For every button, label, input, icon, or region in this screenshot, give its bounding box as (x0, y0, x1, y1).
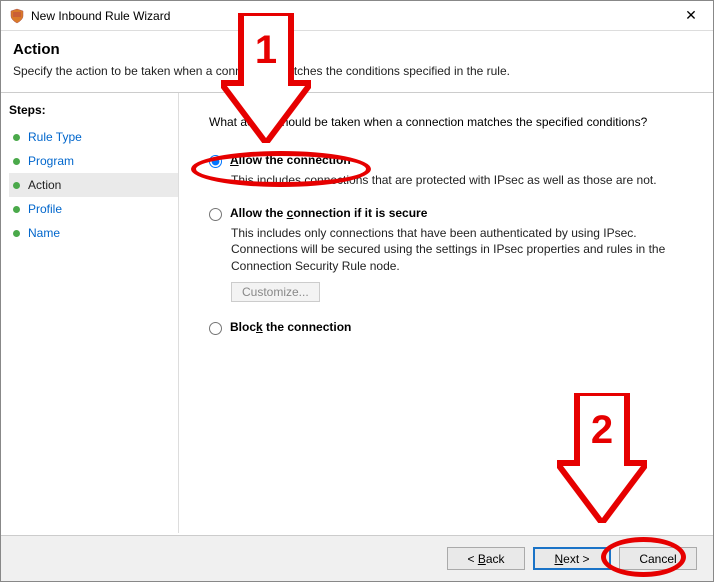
main-panel: What action should be taken when a conne… (179, 93, 713, 533)
bullet-icon (13, 230, 20, 237)
close-icon[interactable]: ✕ (677, 7, 705, 24)
steps-heading: Steps: (9, 103, 178, 117)
option-allow: Allow the connection This includes conne… (209, 153, 693, 188)
option-allow-label[interactable]: Allow the connection (209, 153, 693, 168)
bullet-icon (13, 134, 20, 141)
bullet-icon (13, 182, 20, 189)
page-subtitle: Specify the action to be taken when a co… (13, 64, 701, 78)
page-title: Action (13, 41, 701, 58)
step-program[interactable]: Program (9, 149, 178, 173)
step-name[interactable]: Name (9, 221, 178, 245)
step-link[interactable]: Action (28, 178, 61, 192)
option-block-text: Block the connection (230, 320, 351, 334)
action-prompt: What action should be taken when a conne… (209, 115, 693, 129)
step-link[interactable]: Rule Type (28, 130, 82, 144)
bullet-icon (13, 158, 20, 165)
option-allow-secure-desc: This includes only connections that have… (231, 225, 671, 274)
step-action[interactable]: Action (9, 173, 178, 197)
step-link[interactable]: Program (28, 154, 74, 168)
option-allow-desc: This includes connections that are prote… (231, 172, 671, 188)
option-block: Block the connection (209, 320, 693, 335)
radio-allow-secure[interactable] (209, 208, 222, 221)
step-rule-type[interactable]: Rule Type (9, 125, 178, 149)
step-profile[interactable]: Profile (9, 197, 178, 221)
wizard-header: Action Specify the action to be taken wh… (1, 31, 713, 93)
step-link[interactable]: Profile (28, 202, 62, 216)
window-title: New Inbound Rule Wizard (31, 9, 677, 23)
option-allow-text: Allow the connection (230, 153, 351, 167)
steps-list: Rule Type Program Action Profile Name (9, 125, 178, 245)
option-allow-secure-text: Allow the connection if it is secure (230, 206, 427, 220)
cancel-button[interactable]: Cancel (619, 547, 697, 570)
window-titlebar: New Inbound Rule Wizard ✕ (1, 1, 713, 31)
wizard-footer: < Back Next > Cancel (1, 535, 713, 581)
bullet-icon (13, 206, 20, 213)
firewall-icon (9, 8, 25, 24)
radio-allow[interactable] (209, 155, 222, 168)
option-allow-secure: Allow the connection if it is secure Thi… (209, 206, 693, 302)
option-block-label[interactable]: Block the connection (209, 320, 693, 335)
option-allow-secure-label[interactable]: Allow the connection if it is secure (209, 206, 693, 221)
back-button[interactable]: < Back (447, 547, 525, 570)
customize-button: Customize... (231, 282, 320, 302)
steps-sidebar: Steps: Rule Type Program Action Profile … (1, 93, 179, 533)
radio-block[interactable] (209, 322, 222, 335)
next-button[interactable]: Next > (533, 547, 611, 570)
step-link[interactable]: Name (28, 226, 60, 240)
